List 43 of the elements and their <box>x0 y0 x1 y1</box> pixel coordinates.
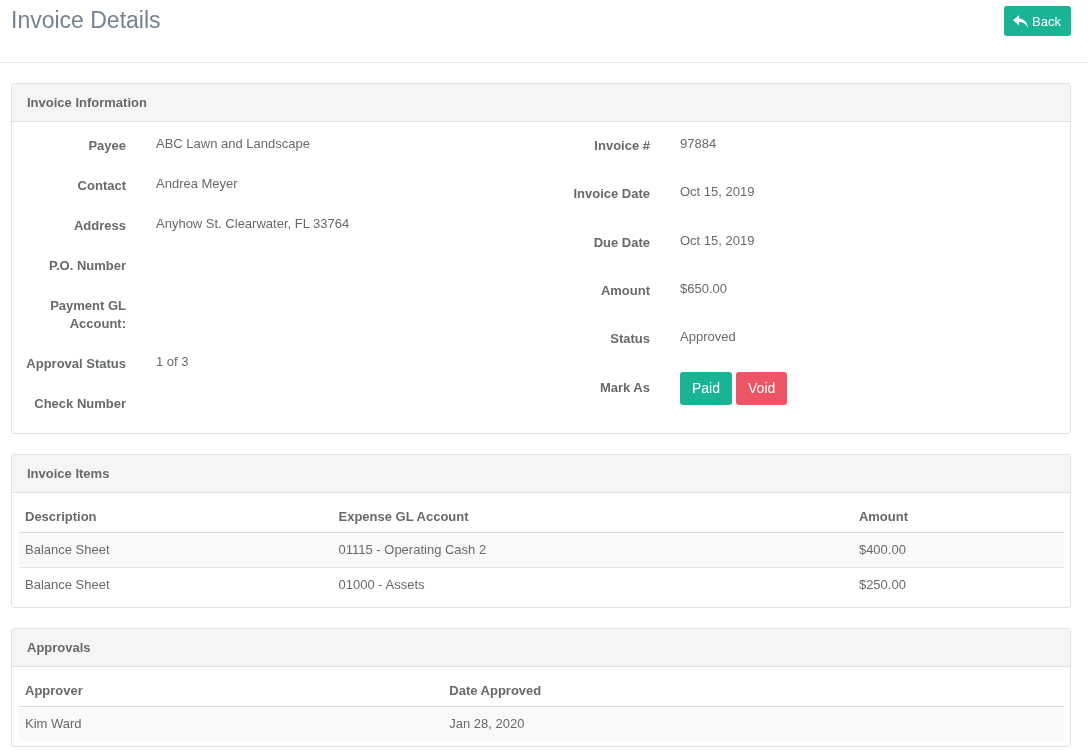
field-value: 1 of 3 <box>156 353 190 371</box>
field-value: ABC Lawn and Landscape <box>156 135 311 153</box>
field-value: Andrea Meyer <box>156 175 239 193</box>
field-label: Mark As <box>598 378 650 397</box>
field-value: 97884 <box>680 135 718 153</box>
field-value: Oct 15, 2019 <box>680 183 756 202</box>
panel-title: Approvals <box>12 629 1070 667</box>
column-header: Expense GL Account <box>332 501 853 533</box>
column-header: Amount <box>852 501 1064 533</box>
field-value: Anyhow St. Clearwater, FL 33764 <box>156 215 351 233</box>
field-label: Check Number <box>33 395 126 413</box>
reply-arrow-icon <box>1013 14 1029 28</box>
field-label: Invoice # <box>593 137 650 155</box>
field-label: Due Date <box>592 233 650 252</box>
column-header: Approver <box>19 675 444 707</box>
panel-title: Invoice Information <box>12 84 1070 122</box>
table-cell: Kim Ward <box>19 706 444 741</box>
field-label: Approval Status <box>25 355 126 373</box>
table-cell: Balance Sheet <box>19 567 333 602</box>
column-header: Description <box>19 501 333 533</box>
field-label: Address <box>72 217 126 235</box>
field-value: Approved <box>680 328 737 347</box>
table-cell: $400.00 <box>852 532 1064 568</box>
field-label: Payee <box>87 137 126 155</box>
table-cell: 01000 - Assets <box>332 567 853 602</box>
field-label: Contact <box>76 177 126 195</box>
field-label: Amount <box>599 282 650 300</box>
page-title: Invoice Details <box>11 6 161 34</box>
field-label: Payment GL Account: <box>49 297 126 333</box>
mark-as-button[interactable]: Void <box>736 371 788 405</box>
field-label: P.O. Number <box>47 257 126 275</box>
column-header: Date Approved <box>443 675 1064 707</box>
table-cell: $250.00 <box>852 567 1064 602</box>
field-value: $650.00 <box>680 280 728 298</box>
field-value: Oct 15, 2019 <box>680 231 756 250</box>
table-cell: Balance Sheet <box>19 532 333 568</box>
mark-as-button[interactable]: Paid <box>680 371 733 405</box>
table-cell: 01115 - Operating Cash 2 <box>332 532 853 568</box>
table-cell: Jan 28, 2020 <box>443 706 1064 741</box>
field-label: Status <box>609 330 650 349</box>
back-button[interactable]: Back <box>1004 6 1071 36</box>
field-label: Invoice Date <box>572 185 650 204</box>
panel-title: Invoice Items <box>12 455 1070 493</box>
